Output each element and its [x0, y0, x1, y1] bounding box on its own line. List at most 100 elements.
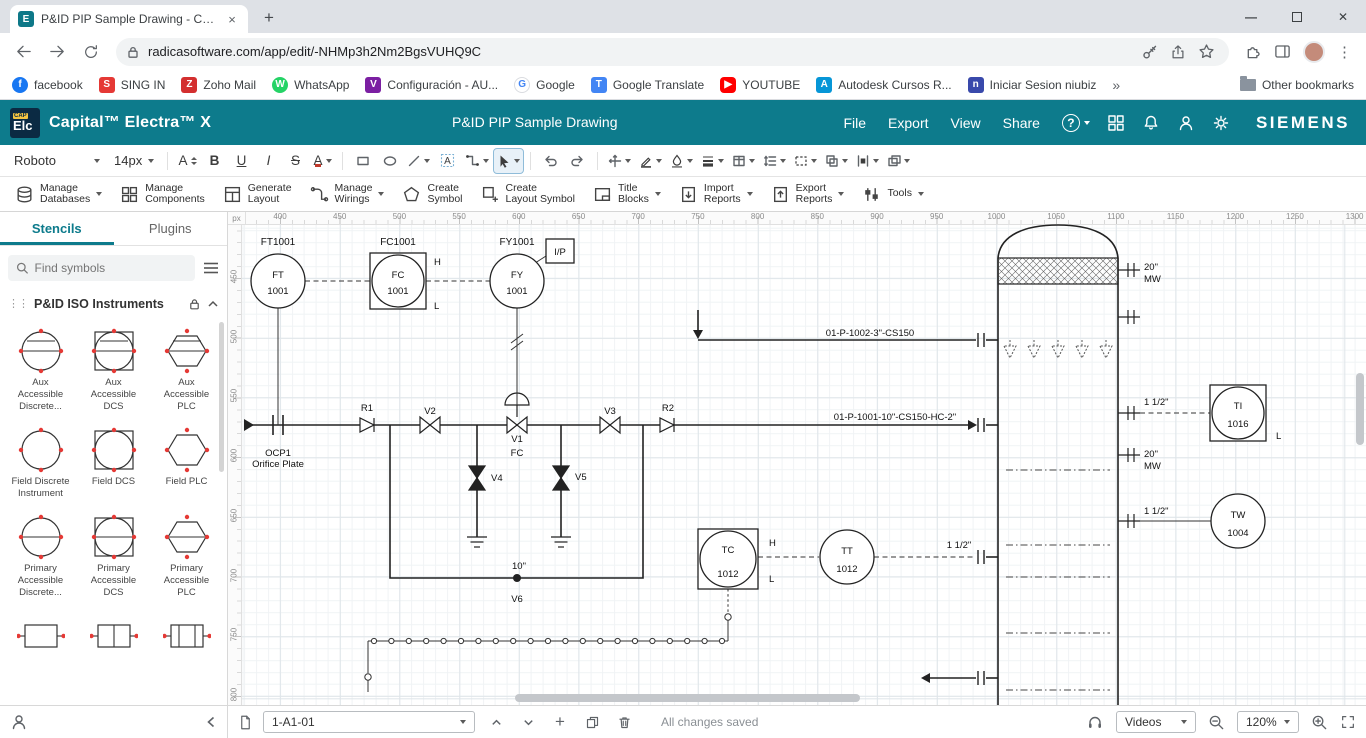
admin-settings-icon[interactable]: [1212, 114, 1230, 132]
italic-button[interactable]: I: [256, 149, 281, 173]
stencil-symbol[interactable]: Primary Accessible DCS: [77, 513, 150, 599]
add-page-button[interactable]: +: [549, 711, 571, 733]
stencil-symbol[interactable]: Field PLC: [150, 426, 223, 500]
bookmark-item[interactable]: Z Zoho Mail: [181, 76, 256, 93]
font-family-select[interactable]: Roboto: [8, 149, 106, 173]
zoom-in-icon[interactable]: [1311, 714, 1328, 731]
chevron-up-icon[interactable]: [207, 298, 219, 310]
document-title[interactable]: P&ID PIP Sample Drawing: [452, 114, 617, 130]
bookmark-item[interactable]: G Google: [514, 76, 575, 93]
select-tool-button[interactable]: [493, 147, 524, 174]
account-icon[interactable]: [1177, 114, 1195, 132]
connector-tool-button[interactable]: [462, 149, 492, 173]
other-bookmarks-button[interactable]: Other bookmarks: [1239, 75, 1354, 92]
position-button[interactable]: [605, 149, 634, 173]
vertical-scrollbar[interactable]: [1356, 373, 1364, 445]
dash-style-button[interactable]: [791, 149, 820, 173]
undo-button[interactable]: [538, 149, 563, 173]
line-tool-button[interactable]: [404, 149, 433, 173]
stencil-section-header[interactable]: ⋮⋮ P&ID ISO Instruments: [0, 289, 227, 319]
bookmark-item[interactable]: V Configuración - AU...: [365, 76, 498, 93]
browser-menu-icon[interactable]: ⋮: [1337, 43, 1352, 61]
stencil-symbol[interactable]: [77, 612, 150, 662]
search-input[interactable]: [34, 261, 187, 275]
tab-plugins[interactable]: Plugins: [114, 212, 228, 245]
bookmark-item[interactable]: T Google Translate: [590, 76, 704, 93]
layout-grid-icon[interactable]: [1107, 114, 1125, 132]
lock-icon[interactable]: [188, 297, 201, 311]
diagram-canvas[interactable]: FT1001 FC1001 FY1001 FT1001 FC1001 FY100…: [228, 212, 1366, 705]
distribute-button[interactable]: [853, 149, 882, 173]
horizontal-scrollbar[interactable]: [515, 694, 860, 702]
rectangle-tool-button[interactable]: [350, 149, 375, 173]
menu-view[interactable]: View: [951, 115, 981, 131]
arrange-layers-button[interactable]: [884, 149, 913, 173]
bookmark-item[interactable]: n Iniciar Sesion niubiz: [967, 76, 1096, 93]
menu-file[interactable]: File: [843, 115, 866, 131]
stencil-symbol[interactable]: [150, 612, 223, 662]
zoom-out-icon[interactable]: [1208, 714, 1225, 731]
profile-avatar[interactable]: [1303, 40, 1325, 63]
stencil-symbol[interactable]: Aux Accessible PLC: [150, 327, 223, 413]
line-spacing-button[interactable]: [760, 149, 789, 173]
page-select[interactable]: 1-A1-01: [263, 711, 475, 733]
fill-color-button[interactable]: [667, 149, 696, 173]
delete-page-button[interactable]: [613, 711, 635, 733]
ribbon-create-layout-symbol-button[interactable]: Create Layout Symbol: [472, 179, 584, 209]
strikethrough-button[interactable]: S: [283, 149, 308, 173]
menu-share[interactable]: Share: [1003, 115, 1040, 131]
share-icon[interactable]: [1170, 44, 1186, 60]
videos-select[interactable]: Videos: [1116, 711, 1196, 733]
stencil-menu-icon[interactable]: [203, 261, 219, 275]
stencil-symbol[interactable]: Aux Accessible Discrete...: [4, 327, 77, 413]
password-key-icon[interactable]: [1142, 44, 1158, 60]
ellipse-tool-button[interactable]: [377, 149, 402, 173]
bookmark-item[interactable]: S SING IN: [98, 76, 165, 93]
menu-export[interactable]: Export: [888, 115, 928, 131]
stencil-symbol[interactable]: Primary Accessible Discrete...: [4, 513, 77, 599]
symbol-search[interactable]: [8, 255, 195, 281]
pipe-lines[interactable]: [244, 310, 998, 685]
previous-page-button[interactable]: [485, 711, 507, 733]
ribbon-title-blocks-button[interactable]: Title Blocks: [584, 179, 670, 209]
user-icon[interactable]: [10, 713, 28, 731]
text-resize-button[interactable]: A: [175, 149, 200, 173]
ribbon-manage-components-button[interactable]: Manage Components: [111, 179, 214, 209]
table-button[interactable]: [729, 149, 758, 173]
ribbon-tools-button[interactable]: Tools: [853, 179, 933, 209]
back-button[interactable]: [8, 37, 38, 67]
window-minimize-button[interactable]: —: [1228, 0, 1274, 33]
stencil-symbol[interactable]: Primary Accessible PLC: [150, 513, 223, 599]
ribbon-manage-wirings-button[interactable]: Manage Wirings: [301, 179, 394, 209]
window-close-button[interactable]: ✕: [1320, 0, 1366, 33]
bookmarks-overflow-icon[interactable]: »: [1112, 77, 1120, 93]
redo-button[interactable]: [565, 149, 590, 173]
tab-stencils[interactable]: Stencils: [0, 212, 114, 245]
font-size-select[interactable]: 14px: [108, 149, 160, 173]
bookmark-item[interactable]: W WhatsApp: [272, 76, 349, 93]
forward-button[interactable]: [42, 37, 72, 67]
ribbon-export-reports-button[interactable]: Export Reports: [762, 179, 854, 209]
ribbon-import-reports-button[interactable]: Import Reports: [670, 179, 762, 209]
column-vessel[interactable]: [997, 224, 1140, 705]
line-weight-button[interactable]: [698, 149, 727, 173]
side-panel-icon[interactable]: [1274, 43, 1291, 60]
tab-close-icon[interactable]: ×: [224, 12, 240, 27]
ribbon-generate-layout-button[interactable]: Generate Layout: [214, 179, 301, 209]
font-color-button[interactable]: A: [310, 149, 335, 173]
omnibox[interactable]: radicasoftware.com/app/edit/-NHMp3h2Nm2B…: [116, 37, 1229, 66]
drag-handle-icon[interactable]: ⋮⋮: [8, 299, 29, 310]
browser-tab[interactable]: E P&ID PIP Sample Drawing - Cap... ×: [10, 5, 248, 33]
bookmark-star-icon[interactable]: [1198, 43, 1215, 60]
collapse-sidebar-icon[interactable]: [205, 715, 217, 729]
group-objects-button[interactable]: [822, 149, 851, 173]
stencil-symbol[interactable]: [4, 612, 77, 662]
stencil-symbol[interactable]: Field DCS: [77, 426, 150, 500]
sidebar-scrollbar[interactable]: [219, 322, 224, 472]
bookmark-item[interactable]: A Autodesk Cursos R...: [816, 76, 952, 93]
duplicate-page-button[interactable]: [581, 711, 603, 733]
zoom-level-select[interactable]: 120%: [1237, 711, 1299, 733]
line-color-button[interactable]: [636, 149, 665, 173]
underline-button[interactable]: U: [229, 149, 254, 173]
bookmark-item[interactable]: ▶ YOUTUBE: [720, 76, 800, 93]
